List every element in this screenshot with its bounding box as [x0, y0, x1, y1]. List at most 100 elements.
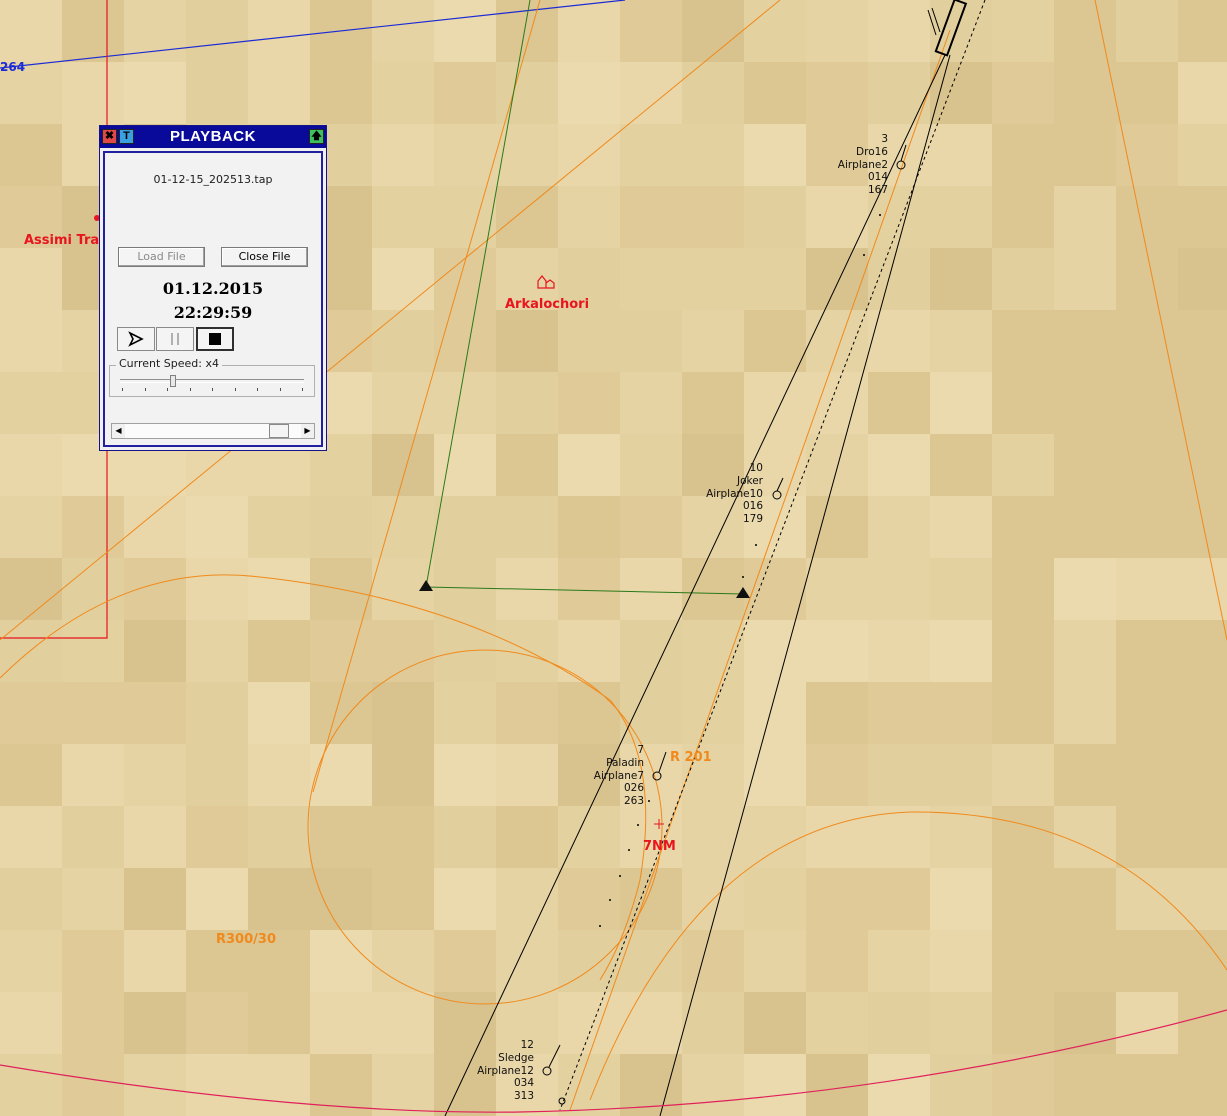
terrain-tile — [1054, 372, 1116, 434]
terrain-tile — [558, 62, 620, 124]
terrain-tile — [372, 434, 434, 496]
close-file-button[interactable]: Close File — [221, 247, 308, 267]
terrain-tile — [310, 620, 372, 682]
pause-button[interactable] — [156, 327, 194, 351]
terrain-tile — [992, 496, 1054, 558]
blue-label-264: 264 — [0, 60, 26, 74]
playback-position-scrollbar[interactable]: ◀ ▶ — [111, 423, 315, 439]
terrain-tile — [1116, 744, 1178, 806]
terrain-tile — [0, 744, 62, 806]
terrain-tile — [248, 0, 310, 62]
terrain-tile — [124, 558, 186, 620]
minimize-up-arrow-icon[interactable]: 🡅 — [309, 129, 324, 144]
terrain-tile — [0, 868, 62, 930]
terrain-tile — [310, 496, 372, 558]
terrain-tile — [682, 310, 744, 372]
terrain-tile — [434, 372, 496, 434]
terrain-tile — [744, 310, 806, 372]
terrain-tile — [124, 744, 186, 806]
scroll-thumb[interactable] — [268, 424, 289, 438]
terrain-tile — [1116, 806, 1178, 868]
track-line: Joker — [736, 474, 763, 487]
terrain-tile — [930, 558, 992, 620]
track-block-airplane7[interactable]: 7 Paladin Airplane7 026 263 — [594, 744, 644, 808]
terrain-tile — [0, 992, 62, 1054]
terrain-tile — [868, 1054, 930, 1116]
terrain-tile — [434, 124, 496, 186]
speed-tick — [167, 388, 168, 391]
terrain-tile — [1116, 1054, 1178, 1116]
terrain-tile — [930, 806, 992, 868]
terrain-tile — [620, 248, 682, 310]
play-button[interactable] — [117, 327, 155, 351]
track-block-airplane10[interactable]: 10 Joker Airplane10 016 179 — [706, 462, 763, 526]
terrain-tile — [1054, 62, 1116, 124]
speed-slider-thumb[interactable] — [170, 375, 177, 387]
terrain-tile — [372, 124, 434, 186]
terrain-tile — [310, 744, 372, 806]
terrain-tile — [682, 930, 744, 992]
track-line: 014 — [867, 171, 888, 184]
stop-button[interactable] — [196, 327, 234, 351]
track-line: Airplane2 — [837, 158, 888, 171]
terrain-tile — [372, 682, 434, 744]
load-file-button[interactable]: Load File — [118, 247, 205, 267]
playback-titlebar[interactable]: ✖ T PLAYBACK 🡅 — [100, 126, 326, 148]
terrain-tile — [992, 62, 1054, 124]
terrain-tile — [868, 434, 930, 496]
terrain-tile — [372, 0, 434, 62]
terrain-tile — [868, 0, 930, 62]
terrain-tile — [310, 682, 372, 744]
speed-tick — [212, 388, 213, 391]
terrain-tile — [806, 62, 868, 124]
terrain-tile — [434, 806, 496, 868]
playback-window[interactable]: ✖ T PLAYBACK 🡅 01-12-15_202513.tap Load … — [99, 125, 327, 451]
track-block-airplane2[interactable]: 3 Dro16 Airplane2 014 167 — [838, 133, 888, 197]
terrain-tile — [620, 0, 682, 62]
terrain-tile — [806, 558, 868, 620]
terrain-tile — [558, 806, 620, 868]
terrain-tile — [186, 620, 248, 682]
terrain-tile — [248, 992, 310, 1054]
terrain-tile — [992, 620, 1054, 682]
terrain-tile — [868, 620, 930, 682]
terrain-tile — [496, 186, 558, 248]
terrain-tile — [620, 186, 682, 248]
scroll-right-arrow-icon[interactable]: ▶ — [301, 424, 314, 438]
terrain-tile — [744, 124, 806, 186]
terrain-tile — [806, 0, 868, 62]
terrain-tile — [248, 558, 310, 620]
speed-tick — [302, 388, 303, 391]
pause-icon — [171, 333, 179, 345]
terrain-tile — [806, 930, 868, 992]
terrain-tile — [62, 62, 124, 124]
terrain-tile — [496, 744, 558, 806]
terrain-tile — [372, 806, 434, 868]
terrain-tile — [558, 372, 620, 434]
terrain-tile — [868, 496, 930, 558]
terrain-tile — [558, 124, 620, 186]
speed-slider-track[interactable] — [120, 379, 304, 383]
terrain-tile — [1178, 744, 1227, 806]
terrain-tile — [868, 682, 930, 744]
terrain-tile — [186, 1054, 248, 1116]
track-block-airplane12[interactable]: 12 Sledge Airplane12 034 313 — [477, 1039, 534, 1103]
terrain-tile — [1116, 62, 1178, 124]
scroll-left-arrow-icon[interactable]: ◀ — [112, 424, 125, 438]
label-r201: R 201 — [670, 750, 712, 765]
terrain-tile — [620, 62, 682, 124]
terrain-tile — [868, 558, 930, 620]
terrain-tile — [930, 1054, 992, 1116]
terrain-tile — [558, 310, 620, 372]
terrain-tile — [1054, 434, 1116, 496]
terrain-tile — [496, 682, 558, 744]
terrain-tile — [930, 992, 992, 1054]
terrain-tile — [1178, 310, 1227, 372]
terrain-tile — [0, 434, 62, 496]
terrain-tile — [992, 682, 1054, 744]
terrain-tile — [496, 124, 558, 186]
label-7nm: 7NM — [643, 839, 676, 854]
terrain-tile — [0, 372, 62, 434]
terrain-tile — [372, 496, 434, 558]
terrain-tile — [744, 372, 806, 434]
